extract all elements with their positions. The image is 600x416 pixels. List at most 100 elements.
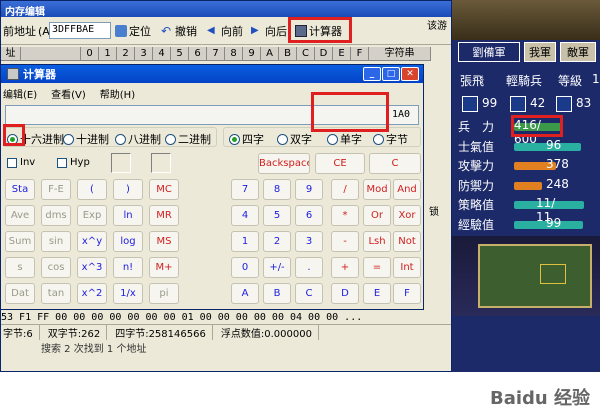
key-left-r1-c1[interactable]: dms (41, 205, 71, 226)
key-right-r3-c3[interactable]: + (331, 257, 359, 278)
radio-bin[interactable]: 二进制 (165, 131, 211, 147)
radio-hex[interactable]: 十六进制 (7, 131, 64, 147)
key-right-r3-c4[interactable]: = (363, 257, 391, 278)
key-left-r3-c0[interactable]: s (5, 257, 35, 278)
key-right-r0-c0[interactable]: 7 (231, 179, 259, 200)
address-input[interactable]: 3DFFBAE (49, 22, 111, 39)
key-right-r2-c2[interactable]: 3 (295, 231, 323, 252)
menu-view[interactable]: 查看(V) (51, 86, 86, 101)
key-right-r1-c2[interactable]: 6 (295, 205, 323, 226)
radio-qword-label: 四字 (242, 133, 264, 146)
hyp-checkbox[interactable]: Hyp (57, 157, 90, 168)
hex-col-d: D (315, 47, 333, 61)
key-right-r2-c4[interactable]: Lsh (363, 231, 391, 252)
radio-word[interactable]: 单字 (327, 131, 362, 147)
maximize-button[interactable]: □ (382, 67, 400, 81)
key-right-r1-c4[interactable]: Or (363, 205, 391, 226)
locate-button[interactable]: 定位 (115, 22, 151, 40)
key-right-r0-c5[interactable]: And (393, 179, 421, 200)
key-left-r1-c2[interactable]: Exp (77, 205, 107, 226)
radio-byte-label: 字节 (386, 133, 408, 146)
key-right-r3-c0[interactable]: 0 (231, 257, 259, 278)
key-left-r0-c2[interactable]: ( (77, 179, 107, 200)
calculator-button[interactable]: 计算器 (295, 22, 342, 40)
minimap[interactable] (478, 244, 592, 308)
key-right-r2-c5[interactable]: Not (393, 231, 421, 252)
key-left-r0-c0[interactable]: Sta (5, 179, 35, 200)
radio-byte[interactable]: 字节 (373, 131, 408, 147)
minimize-button[interactable]: _ (363, 67, 381, 81)
hex-col-string: 字符串 (369, 47, 431, 61)
key-right-r0-c2[interactable]: 9 (295, 179, 323, 200)
key-left-r4-c4[interactable]: pi (149, 283, 179, 304)
key-left-r2-c4[interactable]: MS (149, 231, 179, 252)
key-left-r2-c0[interactable]: Sum (5, 231, 35, 252)
stat-value-1: 96 (546, 137, 562, 152)
radio-dec-label: 十进制 (76, 133, 109, 146)
radio-hex-dot (7, 133, 18, 145)
key-left-r4-c2[interactable]: x^2 (77, 283, 107, 304)
key-left-r4-c0[interactable]: Dat (5, 283, 35, 304)
inv-checkbox[interactable]: Inv (7, 157, 35, 168)
backspace-button[interactable]: Backspace (258, 153, 310, 174)
key-left-r4-c1[interactable]: tan (41, 283, 71, 304)
undo-button[interactable]: ↶ 撤销 (161, 22, 197, 40)
key-right-r1-c5[interactable]: Xor (393, 205, 421, 226)
tab-liubei-army[interactable]: 劉備軍 (458, 42, 520, 62)
key-left-r3-c3[interactable]: n! (113, 257, 143, 278)
key-right-r3-c2[interactable]: . (295, 257, 323, 278)
key-left-r1-c4[interactable]: MR (149, 205, 179, 226)
tab-enemy-army[interactable]: 敵軍 (560, 42, 596, 62)
c-button[interactable]: C (369, 153, 421, 174)
key-right-r1-c0[interactable]: 4 (231, 205, 259, 226)
key-left-r3-c1[interactable]: cos (41, 257, 71, 278)
key-left-r2-c3[interactable]: log (113, 231, 143, 252)
key-left-r4-c3[interactable]: 1/x (113, 283, 143, 304)
ce-button[interactable]: CE (315, 153, 365, 174)
memory-editor-toolbar: 前地址 (A) 3DFFBAE 定位 ↶ 撤销 ◀ 向前 ▶ 向后 计算器 (1, 17, 451, 45)
key-right-r3-c1[interactable]: +/- (263, 257, 291, 278)
key-right-r4-c4[interactable]: E (363, 283, 391, 304)
radio-oct[interactable]: 八进制 (115, 131, 161, 147)
key-right-r1-c1[interactable]: 5 (263, 205, 291, 226)
key-left-r1-c3[interactable]: ln (113, 205, 143, 226)
menu-help[interactable]: 帮助(H) (100, 86, 135, 101)
key-right-r0-c4[interactable]: Mod (363, 179, 391, 200)
radio-dword[interactable]: 双字 (277, 131, 312, 147)
key-left-r2-c1[interactable]: sin (41, 231, 71, 252)
hyp-label: Hyp (70, 157, 90, 168)
hex-data-row[interactable]: 53 F1 FF 00 00 00 00 00 00 00 01 00 00 0… (1, 312, 431, 324)
key-left-r1-c0[interactable]: Ave (5, 205, 35, 226)
hex-col-a: A (261, 47, 279, 61)
key-left-r3-c2[interactable]: x^3 (77, 257, 107, 278)
key-right-r2-c0[interactable]: 1 (231, 231, 259, 252)
key-left-r0-c1[interactable]: F-E (41, 179, 71, 200)
key-left-r3-c4[interactable]: M+ (149, 257, 179, 278)
status-dword: 四字节:258146566 (115, 325, 213, 340)
key-right-r1-c3[interactable]: * (331, 205, 359, 226)
forward-button[interactable]: ◀ 向前 (207, 22, 243, 40)
close-button[interactable]: ✕ (401, 67, 419, 81)
tab-our-army[interactable]: 我軍 (524, 42, 556, 62)
key-right-r4-c1[interactable]: B (263, 283, 291, 304)
side-text: 该游 (427, 21, 447, 32)
key-left-r0-c4[interactable]: MC (149, 179, 179, 200)
key-left-r2-c2[interactable]: x^y (77, 231, 107, 252)
key-right-r0-c3[interactable]: / (331, 179, 359, 200)
key-right-r0-c1[interactable]: 8 (263, 179, 291, 200)
key-right-r4-c0[interactable]: A (231, 283, 259, 304)
menu-edit[interactable]: 编辑(E) (3, 86, 37, 101)
calculator-icon (295, 25, 307, 37)
radio-qword[interactable]: 四字 (229, 131, 264, 147)
key-right-r3-c5[interactable]: Int (393, 257, 421, 278)
key-right-r4-c3[interactable]: D (331, 283, 359, 304)
key-left-r0-c3[interactable]: ) (113, 179, 143, 200)
key-right-r4-c5[interactable]: F (393, 283, 421, 304)
stat-label-0: 兵 力 (458, 120, 495, 134)
key-right-r2-c3[interactable]: - (331, 231, 359, 252)
back-button[interactable]: ▶ 向后 (251, 22, 287, 40)
key-right-r2-c1[interactable]: 2 (263, 231, 291, 252)
radio-dec[interactable]: 十进制 (63, 131, 109, 147)
key-right-r4-c2[interactable]: C (295, 283, 323, 304)
level-label: 等級 (558, 74, 583, 88)
